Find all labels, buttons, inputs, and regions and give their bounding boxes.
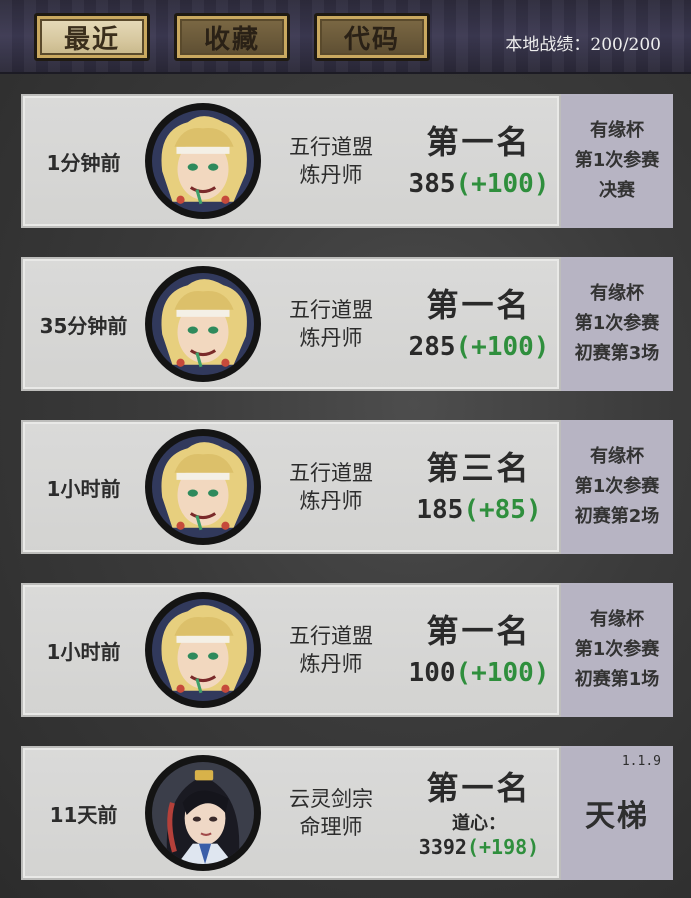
record-main: 1分钟前 五行道盟 炼丹师 第一名 385(+100) — [21, 94, 561, 228]
event-attempt: 第1次参赛 — [574, 639, 660, 660]
record-card[interactable]: 1分钟前 五行道盟 炼丹师 第一名 385(+100) 有缘杯 第1次参赛 决赛 — [21, 94, 673, 228]
top-bar: 最近 收藏 代码 本地战绩：200/200 — [0, 0, 691, 74]
tab-favorites[interactable]: 收藏 — [174, 13, 290, 61]
event-stage: 初赛第3场 — [574, 343, 660, 364]
record-main: 1小时前 五行道盟 炼丹师 第一名 100(+100) — [21, 583, 561, 717]
local-record-value: 200/200 — [590, 35, 661, 55]
record-score-value: 285 — [408, 332, 456, 362]
record-rank: 第一名 — [426, 286, 532, 324]
event-stage: 决赛 — [599, 180, 635, 201]
avatar — [145, 755, 261, 871]
record-score: 100(+100) — [409, 656, 550, 690]
record-result: 第一名 100(+100) — [399, 583, 559, 717]
tab-code[interactable]: 代码 — [314, 13, 430, 61]
record-rank: 第一名 — [426, 612, 532, 650]
record-rank: 第一名 — [426, 769, 532, 807]
mode-label: 天梯 — [585, 799, 649, 834]
event-attempt: 第1次参赛 — [574, 313, 660, 334]
record-main: 1小时前 五行道盟 炼丹师 第三名 185(+85) — [21, 420, 561, 554]
record-result: 第一名 道心： 3392(+198) — [399, 746, 559, 880]
blonde-hero-portrait-icon — [152, 599, 254, 701]
event-name: 有缘杯 — [590, 120, 644, 141]
record-affiliation: 五行道盟 炼丹师 — [271, 257, 391, 391]
record-mode: 1.1.9 天梯 — [561, 746, 673, 880]
record-time: 1小时前 — [46, 639, 121, 664]
record-time: 11天前 — [49, 802, 118, 827]
record-score-delta: (+198) — [466, 835, 540, 859]
record-score: 185(+85) — [416, 493, 541, 527]
record-score-delta: (+85) — [463, 495, 542, 525]
record-event: 有缘杯 第1次参赛 决赛 — [561, 94, 673, 228]
avatar — [145, 266, 261, 382]
record-score-delta: (+100) — [455, 658, 550, 688]
record-rank: 第三名 — [426, 449, 532, 487]
record-main: 35分钟前 五行道盟 炼丹师 第一名 285(+100) — [21, 257, 561, 391]
record-sect: 五行道盟 — [289, 298, 373, 322]
record-rank: 第一名 — [426, 123, 532, 161]
record-sect: 五行道盟 — [289, 135, 373, 159]
record-sect: 五行道盟 — [289, 624, 373, 648]
event-name: 有缘杯 — [590, 609, 644, 630]
record-score-delta: (+100) — [455, 332, 550, 362]
record-result: 第一名 385(+100) — [399, 94, 559, 228]
avatar — [145, 592, 261, 708]
record-time: 1小时前 — [46, 476, 121, 501]
dark-haired-hero-portrait-icon — [152, 762, 254, 864]
record-main: 11天前 云灵剑宗 命理师 第一名 道心： 3392(+198) — [21, 746, 561, 880]
record-card[interactable]: 35分钟前 五行道盟 炼丹师 第一名 285(+100) 有缘杯 第1次参赛 初… — [21, 257, 673, 391]
record-result: 第三名 185(+85) — [399, 420, 559, 554]
blonde-hero-portrait-icon — [152, 436, 254, 538]
record-affiliation: 云灵剑宗 命理师 — [271, 746, 391, 880]
record-score: 3392(+198) — [419, 835, 539, 859]
record-score-delta: (+100) — [455, 169, 550, 199]
event-name: 有缘杯 — [590, 446, 644, 467]
tab-recent[interactable]: 最近 — [34, 13, 150, 61]
record-sect: 五行道盟 — [289, 461, 373, 485]
event-attempt: 第1次参赛 — [574, 476, 660, 497]
record-score: 385(+100) — [409, 167, 550, 201]
record-event: 有缘杯 第1次参赛 初赛第2场 — [561, 420, 673, 554]
local-record-summary: 本地战绩：200/200 — [505, 30, 661, 55]
record-card[interactable]: 1小时前 五行道盟 炼丹师 第三名 185(+85) 有缘杯 第1次参赛 初赛第… — [21, 420, 673, 554]
event-name: 有缘杯 — [590, 283, 644, 304]
record-affiliation: 五行道盟 炼丹师 — [271, 94, 391, 228]
record-score-value: 385 — [408, 169, 456, 199]
record-score-value: 185 — [416, 495, 464, 525]
avatar — [145, 429, 261, 545]
dao-heart-label: 道心： — [452, 813, 506, 834]
avatar — [145, 103, 261, 219]
record-role: 炼丹师 — [299, 326, 363, 350]
record-card[interactable]: 11天前 云灵剑宗 命理师 第一名 道心： 3392(+198) 1.1.9 天… — [21, 746, 673, 880]
record-time: 1分钟前 — [46, 150, 121, 175]
record-result: 第一名 285(+100) — [399, 257, 559, 391]
record-role: 命理师 — [299, 815, 363, 839]
event-attempt: 第1次参赛 — [574, 150, 660, 171]
blonde-hero-portrait-icon — [152, 110, 254, 212]
version-label: 1.1.9 — [621, 754, 661, 769]
record-sect: 云灵剑宗 — [289, 787, 373, 811]
blonde-hero-portrait-icon — [152, 273, 254, 375]
event-stage: 初赛第1场 — [574, 669, 660, 690]
record-time: 35分钟前 — [39, 313, 128, 338]
record-affiliation: 五行道盟 炼丹师 — [271, 583, 391, 717]
event-stage: 初赛第2场 — [574, 506, 660, 527]
record-role: 炼丹师 — [299, 652, 363, 676]
record-event: 有缘杯 第1次参赛 初赛第3场 — [561, 257, 673, 391]
record-card[interactable]: 1小时前 五行道盟 炼丹师 第一名 100(+100) 有缘杯 第1次参赛 初赛… — [21, 583, 673, 717]
record-event: 有缘杯 第1次参赛 初赛第1场 — [561, 583, 673, 717]
local-record-label: 本地战绩： — [505, 35, 591, 55]
record-affiliation: 五行道盟 炼丹师 — [271, 420, 391, 554]
record-score-value: 3392 — [418, 835, 467, 859]
record-score-value: 100 — [408, 658, 456, 688]
record-score: 285(+100) — [409, 330, 550, 364]
record-role: 炼丹师 — [299, 489, 363, 513]
record-role: 炼丹师 — [299, 163, 363, 187]
